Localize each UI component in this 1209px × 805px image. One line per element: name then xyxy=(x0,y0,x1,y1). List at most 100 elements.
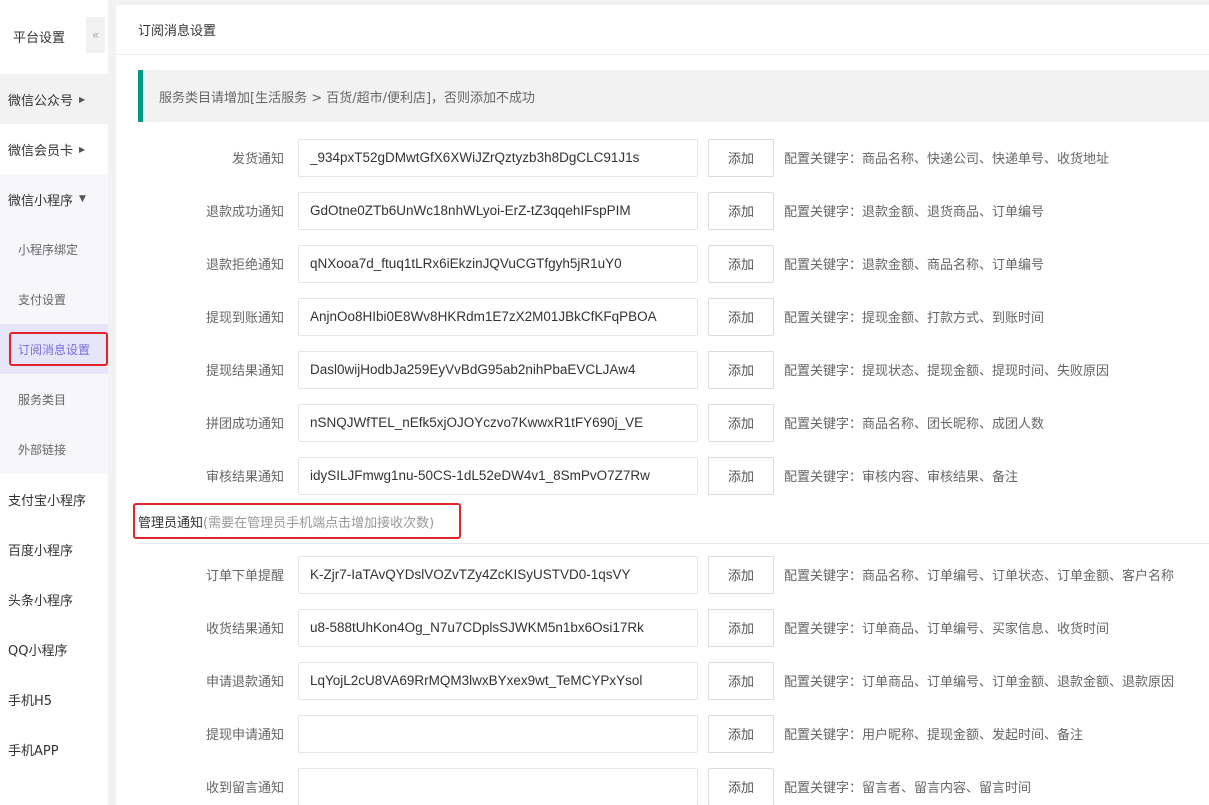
row-keywords: 配置关键字：留言者、留言内容、留言时间 xyxy=(784,781,1032,796)
page-title: 订阅消息设置 xyxy=(116,5,1209,55)
main-panel: 订阅消息设置 服务类目请增加[生活服务 > 百货/超市/便利店]，否则添加不成功… xyxy=(116,5,1209,805)
submenu-item-label: 外部链接 xyxy=(18,442,67,457)
sidebar-item-label: 手机APP xyxy=(8,743,59,759)
submenu-item-label: 支付设置 xyxy=(18,292,67,307)
row-keywords: 配置关键字：提现金额、打款方式、到账时间 xyxy=(784,311,1045,326)
admin-template-row: 订单下单提醒 添加 配置关键字：商品名称、订单编号、订单状态、订单金额、客户名称 xyxy=(116,548,1209,601)
template-row: 提现结果通知 添加 配置关键字：提现状态、提现金额、提现时间、失败原因 xyxy=(116,343,1209,396)
row-keywords: 配置关键字：商品名称、订单编号、订单状态、订单金额、客户名称 xyxy=(784,569,1175,584)
row-label: 收货结果通知 xyxy=(205,622,284,637)
template-id-input[interactable] xyxy=(298,244,698,283)
sidebar-title: 平台设置 xyxy=(13,31,66,46)
add-button[interactable]: 添加 xyxy=(708,456,774,495)
sidebar-item-wechat-official[interactable]: 微信公众号 ▶ xyxy=(0,74,108,124)
row-keywords: 配置关键字：提现状态、提现金额、提现时间、失败原因 xyxy=(784,364,1110,379)
sidebar-item-qq-mini[interactable]: QQ小程序 xyxy=(0,624,108,674)
template-row: 提现到账通知 添加 配置关键字：提现金额、打款方式、到账时间 xyxy=(116,290,1209,343)
sidebar-item-alipay-mini[interactable]: 支付宝小程序 xyxy=(0,474,108,524)
row-label: 收到留言通知 xyxy=(205,781,284,796)
submenu-item-label: 订阅消息设置 xyxy=(18,342,91,357)
sidebar-item-label: 手机H5 xyxy=(8,693,53,709)
admin-section-header: 管理员通知 (需要在管理员手机端点击增加接收次数) xyxy=(133,500,1209,544)
template-id-input[interactable] xyxy=(298,661,698,700)
highlight-box xyxy=(133,503,461,539)
notice-banner: 服务类目请增加[生活服务 > 百货/超市/便利店]，否则添加不成功 xyxy=(138,70,1209,122)
add-button[interactable]: 添加 xyxy=(708,714,774,753)
template-row: 退款成功通知 添加 配置关键字：退款金额、退货商品、订单编号 xyxy=(116,184,1209,237)
template-row: 发货通知 添加 配置关键字：商品名称、快递公司、快递单号、收货地址 xyxy=(116,131,1209,184)
sidebar-item-label: 头条小程序 xyxy=(8,593,74,609)
template-row: 拼团成功通知 添加 配置关键字：商品名称、团长昵称、成团人数 xyxy=(116,396,1209,449)
caret-right-icon: ▶ xyxy=(79,144,86,154)
row-label: 退款成功通知 xyxy=(205,205,284,220)
submenu-item-label: 服务类目 xyxy=(18,392,67,407)
row-keywords: 配置关键字：商品名称、团长昵称、成团人数 xyxy=(784,417,1045,432)
add-button[interactable]: 添加 xyxy=(708,297,774,336)
row-keywords: 配置关键字：订单商品、订单编号、订单金额、退款金额、退款原因 xyxy=(784,675,1175,690)
settings-form: 发货通知 添加 配置关键字：商品名称、快递公司、快递单号、收货地址 退款成功通知… xyxy=(116,131,1209,805)
add-button[interactable]: 添加 xyxy=(708,191,774,230)
sidebar-item-toutiao-mini[interactable]: 头条小程序 xyxy=(0,574,108,624)
submenu-item-binding[interactable]: 小程序绑定 xyxy=(0,224,108,274)
row-keywords: 配置关键字：审核内容、审核结果、备注 xyxy=(784,470,1019,485)
sidebar-item-label: 微信公众号 xyxy=(8,93,74,109)
template-id-input[interactable] xyxy=(298,714,698,753)
admin-template-row: 收货结果通知 添加 配置关键字：订单商品、订单编号、买家信息、收货时间 xyxy=(116,601,1209,654)
sidebar-item-baidu-mini[interactable]: 百度小程序 xyxy=(0,524,108,574)
template-id-input[interactable] xyxy=(298,138,698,177)
sidebar: 平台设置 « 微信公众号 ▶ 微信会员卡 ▶ 微信小程序 ▼ 小程序绑定 支付设… xyxy=(0,0,108,805)
row-label: 发货通知 xyxy=(231,152,284,167)
add-button[interactable]: 添加 xyxy=(708,608,774,647)
template-id-input[interactable] xyxy=(298,608,698,647)
admin-template-row: 申请退款通知 添加 配置关键字：订单商品、订单编号、订单金额、退款金额、退款原因 xyxy=(116,654,1209,707)
sidebar-item-wechat-mini-program[interactable]: 微信小程序 ▼ xyxy=(0,174,108,224)
sidebar-header: 平台设置 « xyxy=(0,0,108,74)
row-label: 审核结果通知 xyxy=(205,470,284,485)
caret-right-icon: ▶ xyxy=(79,94,86,104)
admin-template-row: 提现申请通知 添加 配置关键字：用户昵称、提现金额、发起时间、备注 xyxy=(116,707,1209,760)
submenu-item-subscribe-message[interactable]: 订阅消息设置 xyxy=(0,324,108,374)
row-keywords: 配置关键字：退款金额、商品名称、订单编号 xyxy=(784,258,1045,273)
template-id-input[interactable] xyxy=(298,297,698,336)
template-id-input[interactable] xyxy=(298,350,698,389)
sidebar-item-mobile-h5[interactable]: 手机H5 xyxy=(0,674,108,724)
submenu-item-service-category[interactable]: 服务类目 xyxy=(0,374,108,424)
row-label: 提现结果通知 xyxy=(205,364,284,379)
row-label: 申请退款通知 xyxy=(205,675,284,690)
add-button[interactable]: 添加 xyxy=(708,661,774,700)
add-button[interactable]: 添加 xyxy=(708,767,774,805)
add-button[interactable]: 添加 xyxy=(708,555,774,594)
template-id-input[interactable] xyxy=(298,403,698,442)
notice-text: 服务类目请增加[生活服务 > 百货/超市/便利店]，否则添加不成功 xyxy=(159,90,536,106)
template-id-input[interactable] xyxy=(298,191,698,230)
add-button[interactable]: 添加 xyxy=(708,244,774,283)
submenu-item-external-link[interactable]: 外部链接 xyxy=(0,424,108,474)
add-button[interactable]: 添加 xyxy=(708,138,774,177)
add-button[interactable]: 添加 xyxy=(708,403,774,442)
row-label: 退款拒绝通知 xyxy=(205,258,284,273)
row-keywords: 配置关键字：商品名称、快递公司、快递单号、收货地址 xyxy=(784,152,1110,167)
mini-program-submenu: 小程序绑定 支付设置 订阅消息设置 服务类目 外部链接 xyxy=(0,224,108,474)
row-label: 提现到账通知 xyxy=(205,311,284,326)
sidebar-item-mobile-app[interactable]: 手机APP xyxy=(0,724,108,774)
submenu-item-payment[interactable]: 支付设置 xyxy=(0,274,108,324)
sidebar-item-label: 百度小程序 xyxy=(8,543,74,559)
caret-down-icon: ▼ xyxy=(79,194,86,204)
row-label: 订单下单提醒 xyxy=(205,569,284,584)
template-id-input[interactable] xyxy=(298,456,698,495)
sidebar-item-label: 支付宝小程序 xyxy=(8,493,87,509)
collapse-sidebar-button[interactable]: « xyxy=(86,17,105,53)
admin-template-row: 收到留言通知 添加 配置关键字：留言者、留言内容、留言时间 xyxy=(116,760,1209,805)
submenu-item-label: 小程序绑定 xyxy=(18,242,79,257)
sidebar-item-wechat-member-card[interactable]: 微信会员卡 ▶ xyxy=(0,124,108,174)
template-row: 退款拒绝通知 添加 配置关键字：退款金额、商品名称、订单编号 xyxy=(116,237,1209,290)
row-keywords: 配置关键字：用户昵称、提现金额、发起时间、备注 xyxy=(784,728,1084,743)
double-chevron-left-icon: « xyxy=(91,28,100,42)
row-label: 提现申请通知 xyxy=(205,728,284,743)
template-row: 审核结果通知 添加 配置关键字：审核内容、审核结果、备注 xyxy=(116,449,1209,502)
template-id-input[interactable] xyxy=(298,767,698,805)
sidebar-item-label: 微信会员卡 xyxy=(8,143,74,159)
add-button[interactable]: 添加 xyxy=(708,350,774,389)
row-label: 拼团成功通知 xyxy=(205,417,284,432)
template-id-input[interactable] xyxy=(298,555,698,594)
